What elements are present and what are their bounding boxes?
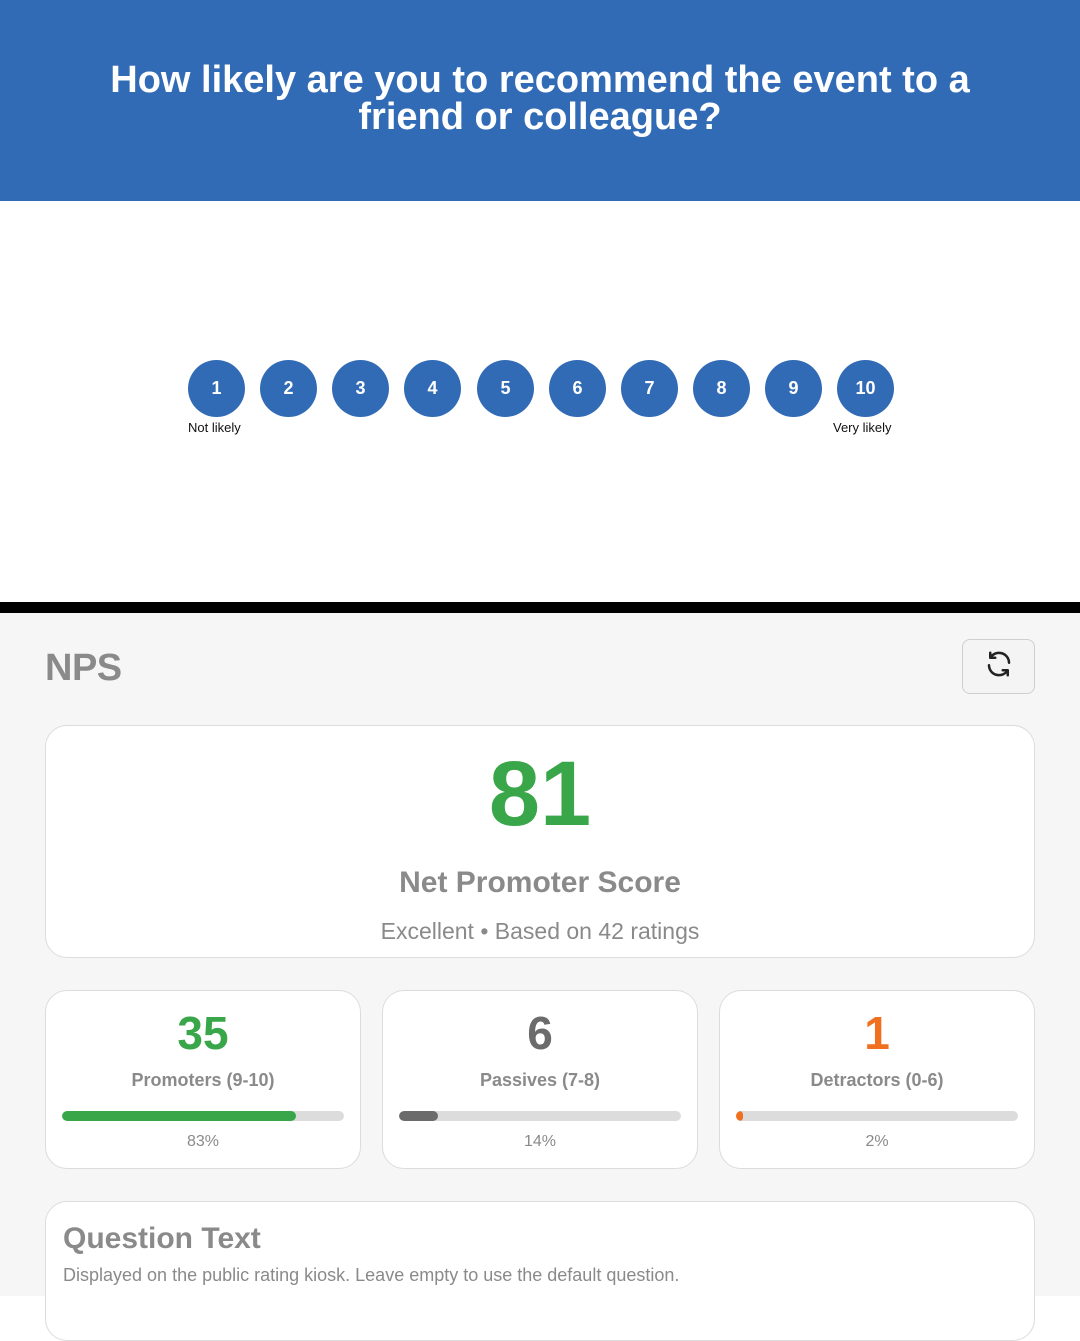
detractors-label: Detractors (0-6) <box>810 1070 944 1090</box>
question-text-title: Question Text <box>63 1222 261 1255</box>
rating-button-2[interactable]: 2 <box>260 360 317 417</box>
passives-count: 6 <box>527 1007 553 1059</box>
rating-button-8[interactable]: 8 <box>693 360 750 417</box>
rating-button-3[interactable]: 3 <box>332 360 389 417</box>
rating-button-9[interactable]: 9 <box>765 360 822 417</box>
page-title: NPS <box>45 647 122 689</box>
section-divider <box>0 602 1080 613</box>
promoters-percent: 83% <box>186 1133 220 1150</box>
nps-score-subtitle: Excellent • Based on 42 ratings <box>380 918 700 944</box>
nps-score-label: Net Promoter Score <box>399 866 681 899</box>
rating-button-4[interactable]: 4 <box>404 360 461 417</box>
refresh-icon <box>984 649 1014 684</box>
detractors-percent: 2% <box>865 1133 889 1150</box>
rating-button-10[interactable]: 10 <box>837 360 894 417</box>
detractors-bar-fill <box>736 1111 744 1121</box>
promoters-bar-fill <box>62 1111 297 1121</box>
passives-card: 6 Passives (7-8) 14% <box>382 990 698 1169</box>
passives-percent: 14% <box>523 1133 557 1150</box>
passives-label: Passives (7-8) <box>479 1070 601 1090</box>
scale-low-label: Not likely <box>188 420 241 435</box>
promoters-card: 35 Promoters (9-10) 83% <box>45 990 361 1169</box>
nps-score-card: 81 Net Promoter Score Excellent • Based … <box>45 725 1035 958</box>
passives-bar-fill <box>399 1111 439 1121</box>
rating-button-5[interactable]: 5 <box>477 360 534 417</box>
rating-button-6[interactable]: 6 <box>549 360 606 417</box>
nps-admin-panel: NPS 81 Net Promoter Score Excellent • Ba… <box>0 613 1080 1341</box>
nps-score-value: 81 <box>488 743 592 845</box>
detractors-bar <box>736 1111 1018 1121</box>
passives-bar <box>399 1111 681 1121</box>
kiosk-question: How likely are you to recommend the even… <box>110 59 970 138</box>
refresh-button[interactable] <box>962 639 1035 694</box>
promoters-count: 35 <box>177 1007 229 1059</box>
rating-button-7[interactable]: 7 <box>621 360 678 417</box>
detractors-count: 1 <box>864 1007 890 1059</box>
rating-scale: 1 2 3 4 5 6 7 8 9 10 <box>188 360 908 420</box>
rating-button-1[interactable]: 1 <box>188 360 245 417</box>
kiosk-header: How likely are you to recommend the even… <box>0 0 1080 201</box>
promoters-label: Promoters (9-10) <box>131 1070 275 1090</box>
scale-high-label: Very likely <box>833 420 892 435</box>
question-text-card: Question Text Displayed on the public ra… <box>45 1201 1035 1341</box>
question-text-description: Displayed on the public rating kiosk. Le… <box>63 1265 680 1285</box>
detractors-card: 1 Detractors (0-6) 2% <box>719 990 1035 1169</box>
promoters-bar <box>62 1111 344 1121</box>
